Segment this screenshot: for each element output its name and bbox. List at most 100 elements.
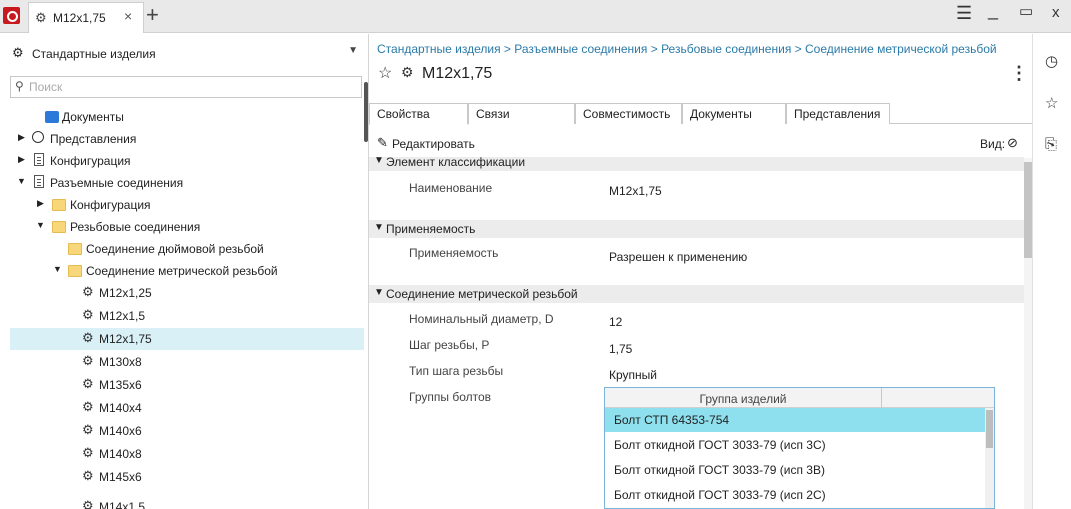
history-icon[interactable]: ◷ — [1045, 52, 1058, 70]
document-icon — [34, 175, 44, 188]
part-icon: ⚙ — [82, 330, 94, 345]
table-row[interactable]: Болт откидной ГОСТ 3033-79 (исп 3С) — [605, 433, 985, 457]
collapse-icon[interactable]: ▼ — [17, 176, 26, 186]
tree-item-label: M12x1,5 — [99, 309, 146, 323]
navigation-panel: ⚙ Стандартные изделия ▼ ⚲ Документы ▶ Пр… — [0, 34, 368, 509]
tab-links[interactable]: Связи — [468, 103, 575, 124]
prop-label-bolt-groups: Группы болтов — [409, 390, 492, 404]
prop-label-diameter: Номинальный диаметр, D — [409, 312, 554, 326]
eye-hidden-icon[interactable]: ⊘ — [1007, 135, 1018, 151]
bolt-groups-table: Группа изделий Болт СТП 64353-754 Болт о… — [604, 387, 995, 509]
menu-icon[interactable]: ☰ — [956, 3, 972, 24]
favorite-star-icon[interactable]: ☆ — [378, 63, 392, 83]
prop-label-pitch-type: Тип шага резьбы — [409, 364, 504, 378]
tree-item-configuration[interactable]: ▶ Конфигурация — [10, 150, 362, 172]
expand-icon[interactable]: ▶ — [18, 154, 25, 165]
document-tab[interactable]: ⚙ M12x1,75 × — [28, 2, 144, 33]
title-bar: ⚙ M12x1,75 × + ☰ _ ▭ x — [0, 0, 1071, 33]
star-icon[interactable]: ☆ — [1045, 94, 1058, 112]
toolbar: ✎ Редактировать Вид: ⊘ — [369, 125, 1032, 159]
app-logo-icon[interactable] — [3, 7, 20, 24]
breadcrumb[interactable]: Стандартные изделия > Разъемные соединен… — [377, 42, 997, 56]
search-icon: ⚲ — [15, 79, 24, 93]
table-row[interactable]: Болт откидной ГОСТ 3033-79 (исп 3В) — [605, 458, 985, 482]
tree-item-part[interactable]: ⚙ M140x8 — [10, 443, 362, 465]
prop-value-pitch: 1,75 — [609, 342, 633, 356]
search-box[interactable]: ⚲ — [10, 76, 362, 98]
section-applicability[interactable]: ▼ Применяемость — [369, 220, 1024, 238]
expand-icon[interactable]: ▶ — [18, 132, 25, 143]
prop-label-name: Наименование — [409, 181, 493, 195]
chevron-down-icon: ▼ — [374, 222, 384, 233]
more-menu-icon[interactable]: ⋮ — [1010, 64, 1028, 82]
tree-item-part[interactable]: ⚙ M135x6 — [10, 374, 362, 396]
tree-item-part[interactable]: ⚙ M145x6 — [10, 466, 362, 488]
prop-label-applicability: Применяемость — [409, 246, 499, 260]
table-scrollbar-thumb[interactable] — [986, 410, 993, 448]
tree-item-label: M140x6 — [99, 424, 142, 438]
tree-item-label: Соединение метрической резьбой — [86, 264, 278, 278]
section-classification[interactable]: ▼ Элемент классификации — [369, 157, 1024, 171]
tree-item-part[interactable]: ⚙ M12x1,25 — [10, 282, 362, 304]
library-select[interactable]: ⚙ Стандартные изделия ▼ — [10, 42, 360, 66]
table-header: Группа изделий — [605, 388, 994, 408]
tree-item-part[interactable]: ⚙ M130x8 — [10, 351, 362, 373]
tree-item-label: Представления — [50, 132, 137, 146]
folder-icon — [68, 265, 82, 277]
column-header-group[interactable]: Группа изделий — [605, 388, 882, 408]
new-tab-button[interactable]: + — [146, 1, 159, 29]
part-icon: ⚙ — [82, 376, 94, 391]
tree-item-threaded[interactable]: ▼ Резьбовые соединения — [10, 216, 362, 238]
tree-item-detachable[interactable]: ▼ Разъемные соединения — [10, 172, 362, 194]
section-metric-thread[interactable]: ▼ Соединение метрической резьбой — [369, 285, 1024, 303]
minimize-button[interactable]: _ — [988, 0, 998, 21]
tab-properties[interactable]: Свойства — [369, 103, 468, 125]
scrollbar-thumb[interactable] — [1024, 162, 1032, 258]
part-icon: ⚙ — [82, 284, 94, 299]
edit-button[interactable]: Редактировать — [392, 137, 475, 151]
tree-item-label: M145x6 — [99, 470, 142, 484]
close-tab-icon[interactable]: × — [124, 8, 132, 24]
table-row[interactable]: Болт откидной ГОСТ 3033-79 (исп 2С) — [605, 483, 985, 507]
section-title: Применяемость — [386, 222, 476, 236]
part-icon: ⚙ — [82, 307, 94, 322]
tree-item-part[interactable]: ⚙ M12x1,5 — [10, 305, 362, 327]
close-window-button[interactable]: x — [1052, 4, 1060, 21]
search-input[interactable] — [29, 79, 349, 95]
tree-item-part[interactable]: ⚙ M140x6 — [10, 420, 362, 442]
folder-icon — [52, 221, 66, 233]
part-icon: ⚙ — [82, 445, 94, 460]
table-row[interactable]: Болт СТП 64353-754 — [605, 408, 985, 432]
tab-label: M12x1,75 — [53, 11, 106, 25]
maximize-button[interactable]: ▭ — [1019, 2, 1033, 20]
tree-item-metric[interactable]: ▼ Соединение метрической резьбой — [10, 260, 362, 282]
section-title: Соединение метрической резьбой — [386, 287, 578, 301]
section-title: Элемент классификации — [386, 157, 526, 169]
expand-icon[interactable]: ▶ — [37, 198, 44, 209]
tree-item-representations[interactable]: ▶ Представления — [10, 128, 362, 150]
tree-item-inch[interactable]: Соединение дюймовой резьбой — [10, 238, 362, 260]
chevron-down-icon: ▼ — [374, 287, 384, 298]
tab-documents[interactable]: Документы — [682, 103, 786, 124]
tree-item-label: M140x4 — [99, 401, 142, 415]
collapse-icon[interactable]: ▼ — [53, 264, 62, 274]
tab-compatibility[interactable]: Совместимость — [575, 103, 682, 124]
tree-item-label: Разъемные соединения — [50, 176, 184, 190]
view-label: Вид: — [980, 137, 1006, 151]
tree-item-part[interactable]: ⚙ M140x4 — [10, 397, 362, 419]
collapse-icon[interactable]: ▼ — [36, 220, 45, 230]
tree-item-documents[interactable]: Документы — [10, 106, 362, 128]
part-icon: ⚙ — [82, 353, 94, 368]
prop-label-pitch: Шаг резьбы, P — [409, 338, 490, 352]
folder-icon — [68, 243, 82, 255]
library-icon: ⚙ — [12, 45, 24, 60]
document-icon — [34, 153, 44, 166]
tab-representations[interactable]: Представления — [786, 103, 890, 124]
folder-open-icon[interactable]: ⎘ — [1045, 136, 1057, 153]
representation-icon — [32, 131, 44, 143]
tree-item-label: M12x1,25 — [99, 286, 152, 300]
tree-item-configuration-sub[interactable]: ▶ Конфигурация — [10, 194, 362, 216]
tree-item-part-selected[interactable]: ⚙ M12x1,75 — [10, 328, 364, 350]
tree-item-part[interactable]: ⚙ M14x1,5 — [10, 489, 362, 509]
pencil-icon[interactable]: ✎ — [377, 135, 388, 151]
